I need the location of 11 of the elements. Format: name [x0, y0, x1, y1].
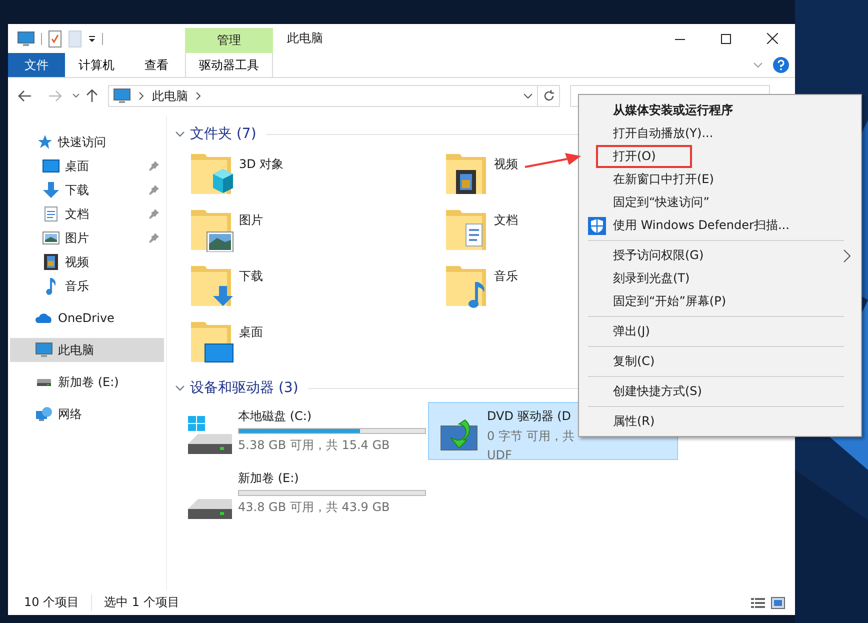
selection-count: 选中 1 个项目 — [91, 594, 180, 611]
tool-group-label: 管理 — [185, 28, 273, 53]
filesystem-text: UDF — [487, 448, 513, 462]
item-count: 10 个项目 — [24, 594, 80, 611]
drive-name: DVD 驱动器 (D — [487, 408, 572, 425]
drive-name: 本地磁盘 (C:) — [238, 408, 313, 425]
window-title: 此电脑 — [287, 30, 323, 47]
drive-name: 新加卷 (E:) — [238, 470, 300, 487]
free-space-text: 43.8 GB 可用，共 43.9 GB — [238, 499, 391, 516]
free-space-text: 5.38 GB 可用，共 15.4 GB — [238, 437, 391, 454]
free-space-text: 0 字节 可用，共 — [487, 428, 574, 445]
